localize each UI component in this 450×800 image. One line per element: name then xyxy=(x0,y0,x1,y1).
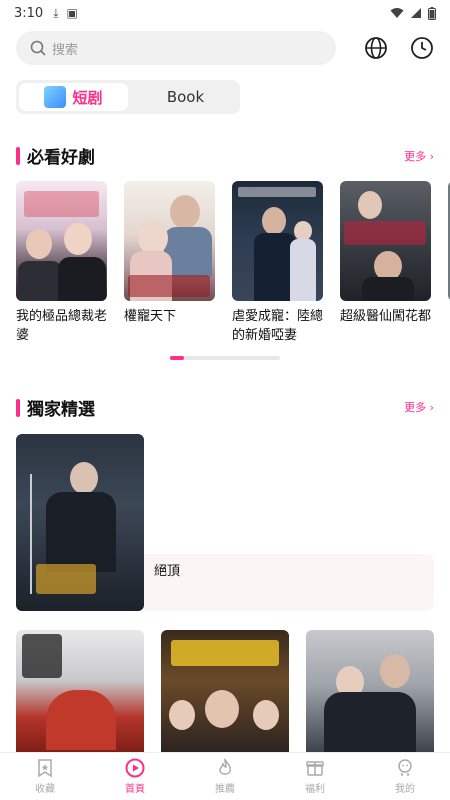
content-type-tabs: 短剧 Book xyxy=(16,80,240,114)
drama-poster xyxy=(232,181,323,301)
section-title-text: 獨家精選 xyxy=(27,400,95,420)
must-watch-carousel[interactable]: 我的極品總裁老婆 權寵天下 虐愛成寵：陸總的新婚啞妻 超級醫仙闖花都 xyxy=(16,181,450,351)
section-title-must-watch: 必看好劇 xyxy=(16,143,95,168)
globe-icon[interactable] xyxy=(364,36,388,60)
bottom-navigation: 收藏 首頁 推薦 福利 我的 xyxy=(0,752,450,800)
nav-label: 推薦 xyxy=(215,784,235,795)
featured-info[interactable]: 絕頂 xyxy=(144,554,434,611)
drama-card[interactable]: 超級醫仙闖花都 xyxy=(340,181,431,326)
search-input[interactable]: 搜索 xyxy=(16,31,336,65)
signal-icon xyxy=(411,8,421,18)
section-title-exclusive: 獨家精選 xyxy=(16,395,95,420)
drama-card[interactable]: 權寵天下 xyxy=(124,181,215,326)
drama-card[interactable]: 虐愛成寵：陸總的新婚啞妻 xyxy=(232,181,323,345)
drama-poster xyxy=(16,181,107,301)
gift-icon xyxy=(306,761,324,776)
nav-item-favorites[interactable]: 收藏 xyxy=(0,753,90,800)
nav-label: 福利 xyxy=(305,784,325,795)
drama-title: 權寵天下 xyxy=(124,309,177,324)
bookmark-star-icon xyxy=(38,759,52,778)
tab-label: Book xyxy=(166,88,205,106)
nav-label: 我的 xyxy=(395,784,415,795)
nav-item-recommend[interactable]: 推薦 xyxy=(180,753,270,800)
notification-icon: ▣ xyxy=(66,6,78,20)
nav-item-home[interactable]: 首頁 xyxy=(90,753,180,800)
wifi-icon xyxy=(390,8,404,18)
play-circle-icon xyxy=(125,758,145,778)
drama-title: 超級醫仙闖花都 xyxy=(340,309,432,324)
section-title-text: 必看好劇 xyxy=(27,148,95,168)
tab-short-drama[interactable]: 短剧 xyxy=(19,83,128,111)
search-icon xyxy=(30,40,46,56)
profile-icon xyxy=(398,759,412,776)
carousel-scroll-indicator xyxy=(170,356,280,360)
featured-title: 絕頂 xyxy=(154,564,181,579)
search-row: 搜索 xyxy=(16,31,434,65)
history-clock-icon[interactable] xyxy=(410,36,434,60)
drama-card[interactable]: 我的極品總裁老婆 xyxy=(16,181,107,345)
drama-poster[interactable] xyxy=(16,630,144,755)
more-link-must-watch[interactable]: 更多 › xyxy=(404,148,434,164)
nav-item-welfare[interactable]: 福利 xyxy=(270,753,360,800)
status-time: 3:10 xyxy=(14,5,44,21)
drama-poster[interactable] xyxy=(306,630,434,755)
flame-icon xyxy=(219,758,231,775)
search-placeholder: 搜索 xyxy=(52,42,79,58)
tab-label: 短剧 xyxy=(72,88,103,107)
status-bar: 3:10 ⤓ ▣ xyxy=(0,0,450,26)
drama-poster xyxy=(124,181,215,301)
section-accent-bar xyxy=(16,146,20,165)
more-link-exclusive[interactable]: 更多 › xyxy=(404,399,434,415)
download-icon: ⤓ xyxy=(53,5,59,20)
nav-label: 首頁 xyxy=(125,784,145,795)
drama-poster xyxy=(340,181,431,301)
nav-item-profile[interactable]: 我的 xyxy=(360,753,450,800)
nav-label: 收藏 xyxy=(35,784,55,795)
short-drama-icon xyxy=(44,86,67,108)
drama-title: 我的極品總裁老婆 xyxy=(16,309,108,343)
drama-title: 虐愛成寵：陸總的新婚啞妻 xyxy=(232,309,324,343)
featured-poster[interactable] xyxy=(16,434,144,611)
scroll-indicator-thumb xyxy=(170,356,184,360)
section-accent-bar xyxy=(16,398,20,417)
battery-icon xyxy=(428,6,436,20)
tab-book[interactable]: Book xyxy=(131,80,240,114)
drama-poster[interactable] xyxy=(161,630,289,755)
